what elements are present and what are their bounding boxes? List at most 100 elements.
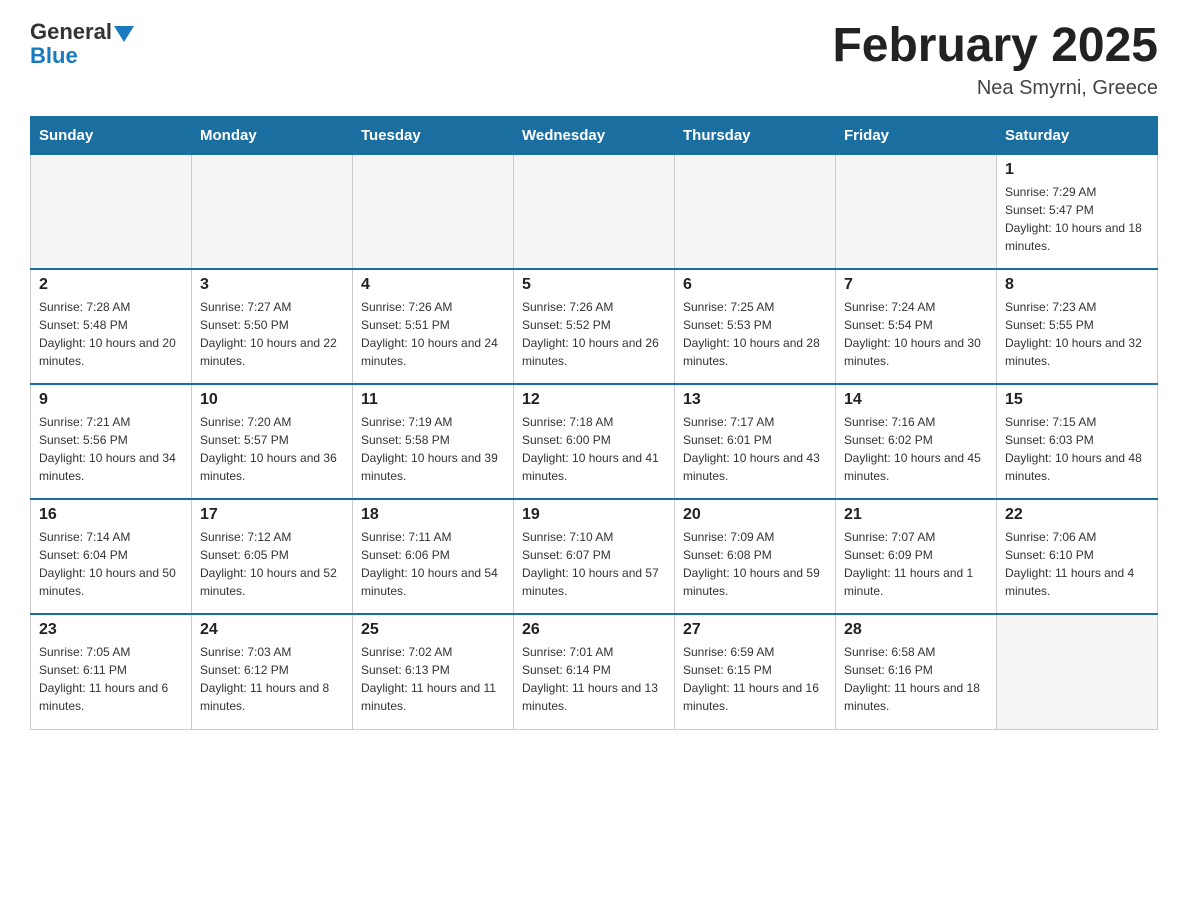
title-area: February 2025 Nea Smyrni, Greece bbox=[832, 20, 1158, 100]
month-title: February 2025 bbox=[832, 20, 1158, 73]
calendar-week-row: 16 Sunrise: 7:14 AMSunset: 6:04 PMDayligh… bbox=[31, 499, 1158, 614]
table-row: 10 Sunrise: 7:20 AMSunset: 5:57 PMDayligh… bbox=[192, 384, 353, 499]
day-info: Sunrise: 7:23 AMSunset: 5:55 PMDaylight:… bbox=[1005, 298, 1149, 370]
logo-triangle-icon bbox=[114, 26, 134, 42]
day-info: Sunrise: 7:29 AMSunset: 5:47 PMDaylight:… bbox=[1005, 183, 1149, 255]
calendar-week-row: 2 Sunrise: 7:28 AMSunset: 5:48 PMDaylight… bbox=[31, 269, 1158, 384]
day-info: Sunrise: 7:20 AMSunset: 5:57 PMDaylight:… bbox=[200, 413, 344, 485]
day-number: 16 bbox=[39, 506, 183, 524]
table-row bbox=[192, 154, 353, 269]
table-row bbox=[31, 154, 192, 269]
day-number: 8 bbox=[1005, 276, 1149, 294]
calendar-week-row: 1 Sunrise: 7:29 AMSunset: 5:47 PMDaylight… bbox=[31, 154, 1158, 269]
table-row: 19 Sunrise: 7:10 AMSunset: 6:07 PMDayligh… bbox=[514, 499, 675, 614]
day-info: Sunrise: 7:10 AMSunset: 6:07 PMDaylight:… bbox=[522, 528, 666, 600]
calendar-week-row: 23 Sunrise: 7:05 AMSunset: 6:11 PMDayligh… bbox=[31, 614, 1158, 729]
day-number: 17 bbox=[200, 506, 344, 524]
table-row: 15 Sunrise: 7:15 AMSunset: 6:03 PMDayligh… bbox=[997, 384, 1158, 499]
col-sunday: Sunday bbox=[31, 116, 192, 154]
table-row bbox=[675, 154, 836, 269]
day-info: Sunrise: 7:28 AMSunset: 5:48 PMDaylight:… bbox=[39, 298, 183, 370]
day-info: Sunrise: 7:25 AMSunset: 5:53 PMDaylight:… bbox=[683, 298, 827, 370]
table-row: 8 Sunrise: 7:23 AMSunset: 5:55 PMDaylight… bbox=[997, 269, 1158, 384]
day-info: Sunrise: 7:14 AMSunset: 6:04 PMDaylight:… bbox=[39, 528, 183, 600]
day-info: Sunrise: 7:24 AMSunset: 5:54 PMDaylight:… bbox=[844, 298, 988, 370]
day-info: Sunrise: 7:01 AMSunset: 6:14 PMDaylight:… bbox=[522, 643, 666, 715]
table-row: 7 Sunrise: 7:24 AMSunset: 5:54 PMDaylight… bbox=[836, 269, 997, 384]
table-row: 26 Sunrise: 7:01 AMSunset: 6:14 PMDayligh… bbox=[514, 614, 675, 729]
day-info: Sunrise: 7:15 AMSunset: 6:03 PMDaylight:… bbox=[1005, 413, 1149, 485]
day-info: Sunrise: 7:26 AMSunset: 5:51 PMDaylight:… bbox=[361, 298, 505, 370]
day-info: Sunrise: 7:06 AMSunset: 6:10 PMDaylight:… bbox=[1005, 528, 1149, 600]
day-info: Sunrise: 7:18 AMSunset: 6:00 PMDaylight:… bbox=[522, 413, 666, 485]
table-row: 28 Sunrise: 6:58 AMSunset: 6:16 PMDayligh… bbox=[836, 614, 997, 729]
calendar-week-row: 9 Sunrise: 7:21 AMSunset: 5:56 PMDaylight… bbox=[31, 384, 1158, 499]
day-number: 19 bbox=[522, 506, 666, 524]
day-info: Sunrise: 7:03 AMSunset: 6:12 PMDaylight:… bbox=[200, 643, 344, 715]
table-row: 11 Sunrise: 7:19 AMSunset: 5:58 PMDayligh… bbox=[353, 384, 514, 499]
day-number: 15 bbox=[1005, 391, 1149, 409]
day-number: 9 bbox=[39, 391, 183, 409]
table-row: 1 Sunrise: 7:29 AMSunset: 5:47 PMDaylight… bbox=[997, 154, 1158, 269]
table-row bbox=[514, 154, 675, 269]
table-row: 23 Sunrise: 7:05 AMSunset: 6:11 PMDayligh… bbox=[31, 614, 192, 729]
day-number: 23 bbox=[39, 621, 183, 639]
calendar-header-row: Sunday Monday Tuesday Wednesday Thursday… bbox=[31, 116, 1158, 154]
table-row: 22Sunrise: 7:06 AMSunset: 6:10 PMDayligh… bbox=[997, 499, 1158, 614]
col-thursday: Thursday bbox=[675, 116, 836, 154]
day-info: Sunrise: 7:17 AMSunset: 6:01 PMDaylight:… bbox=[683, 413, 827, 485]
table-row: 12 Sunrise: 7:18 AMSunset: 6:00 PMDayligh… bbox=[514, 384, 675, 499]
day-number: 2 bbox=[39, 276, 183, 294]
table-row: 4 Sunrise: 7:26 AMSunset: 5:51 PMDaylight… bbox=[353, 269, 514, 384]
table-row bbox=[836, 154, 997, 269]
day-info: Sunrise: 7:07 AMSunset: 6:09 PMDaylight:… bbox=[844, 528, 988, 600]
logo-text-general: General bbox=[30, 20, 112, 44]
day-number: 25 bbox=[361, 621, 505, 639]
table-row: 6 Sunrise: 7:25 AMSunset: 5:53 PMDaylight… bbox=[675, 269, 836, 384]
day-number: 3 bbox=[200, 276, 344, 294]
col-friday: Friday bbox=[836, 116, 997, 154]
day-info: Sunrise: 7:09 AMSunset: 6:08 PMDaylight:… bbox=[683, 528, 827, 600]
day-info: Sunrise: 7:05 AMSunset: 6:11 PMDaylight:… bbox=[39, 643, 183, 715]
table-row: 21 Sunrise: 7:07 AMSunset: 6:09 PMDayligh… bbox=[836, 499, 997, 614]
day-number: 7 bbox=[844, 276, 988, 294]
day-info: Sunrise: 6:58 AMSunset: 6:16 PMDaylight:… bbox=[844, 643, 988, 715]
day-number: 6 bbox=[683, 276, 827, 294]
day-number: 28 bbox=[844, 621, 988, 639]
day-number: 1 bbox=[1005, 161, 1149, 179]
logo: General Blue bbox=[30, 20, 134, 68]
table-row: 27Sunrise: 6:59 AMSunset: 6:15 PMDayligh… bbox=[675, 614, 836, 729]
day-info: Sunrise: 7:27 AMSunset: 5:50 PMDaylight:… bbox=[200, 298, 344, 370]
day-number: 26 bbox=[522, 621, 666, 639]
table-row bbox=[353, 154, 514, 269]
table-row: 5Sunrise: 7:26 AMSunset: 5:52 PMDaylight… bbox=[514, 269, 675, 384]
col-saturday: Saturday bbox=[997, 116, 1158, 154]
table-row: 18 Sunrise: 7:11 AMSunset: 6:06 PMDayligh… bbox=[353, 499, 514, 614]
table-row bbox=[997, 614, 1158, 729]
col-monday: Monday bbox=[192, 116, 353, 154]
day-number: 12 bbox=[522, 391, 666, 409]
table-row: 13 Sunrise: 7:17 AMSunset: 6:01 PMDayligh… bbox=[675, 384, 836, 499]
page-header: General Blue February 2025 Nea Smyrni, G… bbox=[30, 20, 1158, 100]
day-info: Sunrise: 7:02 AMSunset: 6:13 PMDaylight:… bbox=[361, 643, 505, 715]
table-row: 3 Sunrise: 7:27 AMSunset: 5:50 PMDaylight… bbox=[192, 269, 353, 384]
table-row: 14Sunrise: 7:16 AMSunset: 6:02 PMDayligh… bbox=[836, 384, 997, 499]
day-number: 18 bbox=[361, 506, 505, 524]
day-number: 24 bbox=[200, 621, 344, 639]
day-info: Sunrise: 7:16 AMSunset: 6:02 PMDaylight:… bbox=[844, 413, 988, 485]
day-number: 11 bbox=[361, 391, 505, 409]
day-info: Sunrise: 7:19 AMSunset: 5:58 PMDaylight:… bbox=[361, 413, 505, 485]
day-number: 10 bbox=[200, 391, 344, 409]
logo-text-blue: Blue bbox=[30, 43, 78, 68]
day-number: 21 bbox=[844, 506, 988, 524]
day-info: Sunrise: 7:21 AMSunset: 5:56 PMDaylight:… bbox=[39, 413, 183, 485]
table-row: 20Sunrise: 7:09 AMSunset: 6:08 PMDayligh… bbox=[675, 499, 836, 614]
col-wednesday: Wednesday bbox=[514, 116, 675, 154]
day-info: Sunrise: 7:11 AMSunset: 6:06 PMDaylight:… bbox=[361, 528, 505, 600]
day-number: 4 bbox=[361, 276, 505, 294]
day-number: 13 bbox=[683, 391, 827, 409]
table-row: 24 Sunrise: 7:03 AMSunset: 6:12 PMDayligh… bbox=[192, 614, 353, 729]
day-number: 27 bbox=[683, 621, 827, 639]
location-label: Nea Smyrni, Greece bbox=[832, 77, 1158, 100]
table-row: 17Sunrise: 7:12 AMSunset: 6:05 PMDayligh… bbox=[192, 499, 353, 614]
